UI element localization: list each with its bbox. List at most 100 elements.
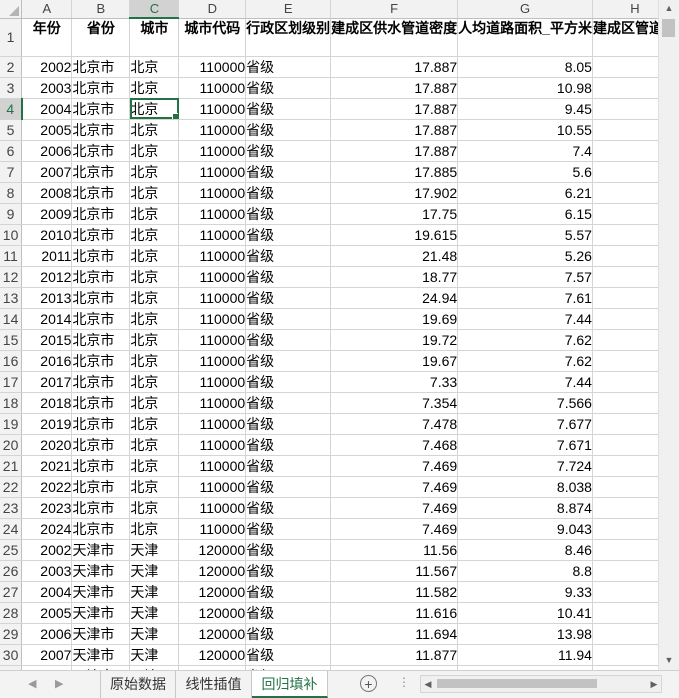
row-header[interactable]: 26 [0,560,23,582]
cell-b[interactable]: 北京市 [71,434,131,456]
cell-e[interactable]: 省级 [245,518,332,540]
cell-d[interactable]: 110000 [178,329,247,351]
cell-a[interactable]: 2013 [21,287,73,309]
cell-a[interactable]: 2005 [21,119,73,141]
cell-f[interactable]: 17.887 [330,56,459,78]
tab-regression-imputation[interactable]: 回归填补 [252,671,328,698]
row-header[interactable]: 3 [0,77,23,99]
cell-g[interactable]: 7.61 [457,287,593,309]
cell-c[interactable]: 北京 [129,161,180,183]
cell-e[interactable]: 省级 [245,581,332,603]
horizontal-scrollbar[interactable]: ◀ ▶ [420,675,662,693]
cell-b[interactable]: 北京市 [71,182,131,204]
cell-g[interactable]: 7.566 [457,392,593,414]
tab-raw-data[interactable]: 原始数据 [100,671,176,698]
scroll-up-button[interactable]: ▲ [659,0,679,17]
cell-e[interactable]: 省级 [245,350,332,372]
cell-f[interactable]: 17.887 [330,77,459,99]
row-header[interactable]: 29 [0,623,23,645]
cell-d[interactable]: 110000 [178,203,247,225]
row-header[interactable]: 27 [0,581,23,603]
column-header-c[interactable]: C [129,0,180,19]
row-header[interactable]: 10 [0,224,23,246]
cell-d[interactable]: 110000 [178,371,247,393]
scroll-left-button[interactable]: ◀ [421,676,435,692]
row-header[interactable]: 2 [0,56,23,78]
cell-g[interactable]: 8.8 [457,560,593,582]
cell-d[interactable]: 120000 [178,602,247,624]
cell-g[interactable]: 7.724 [457,455,593,477]
cell-c[interactable]: 天津 [129,539,180,561]
cell-e[interactable]: 省级 [245,161,332,183]
cell-e[interactable]: 省级 [245,119,332,141]
cell-f[interactable]: 17.887 [330,98,459,120]
cell-g[interactable]: 10.41 [457,602,593,624]
cell-c[interactable]: 北京 [129,203,180,225]
cell-f[interactable]: 17.887 [330,140,459,162]
row-header[interactable]: 1 [0,18,23,57]
row-header[interactable]: 14 [0,308,23,330]
cell-a[interactable]: 2024 [21,518,73,540]
row-header[interactable]: 23 [0,497,23,519]
cell-e[interactable]: 省级 [245,56,332,78]
cell-a[interactable]: 2004 [21,581,73,603]
row-header[interactable]: 15 [0,329,23,351]
cell-e[interactable]: 省级 [245,623,332,645]
cell-c[interactable]: 天津 [129,644,180,666]
cell-f[interactable]: 19.67 [330,350,459,372]
row-header[interactable]: 24 [0,518,23,540]
cell-b[interactable]: 北京市 [71,476,131,498]
row-header[interactable]: 28 [0,602,23,624]
row-header[interactable]: 17 [0,371,23,393]
cell-e[interactable]: 省级 [245,455,332,477]
row-header[interactable]: 22 [0,476,23,498]
active-cell[interactable]: 北京 [129,98,180,120]
cell-e[interactable]: 省级 [245,224,332,246]
cell-g[interactable]: 8.038 [457,476,593,498]
cell-b[interactable]: 北京市 [71,413,131,435]
cell-a[interactable]: 2006 [21,623,73,645]
cell-b[interactable]: 北京市 [71,455,131,477]
cell-a[interactable]: 2012 [21,266,73,288]
cell-f[interactable]: 11.56 [330,539,459,561]
cell-a[interactable]: 2005 [21,602,73,624]
add-sheet-icon[interactable]: + [360,675,377,692]
cell-c[interactable]: 北京 [129,434,180,456]
cell-f[interactable]: 11.567 [330,560,459,582]
cell-g[interactable]: 7.671 [457,434,593,456]
row-header[interactable]: 4 [0,98,23,120]
cell-e[interactable]: 省级 [245,245,332,267]
header-cell[interactable]: 年份 [21,18,73,57]
cell-d[interactable]: 120000 [178,560,247,582]
cell-b[interactable]: 北京市 [71,350,131,372]
cell-e[interactable]: 省级 [245,371,332,393]
cell-e[interactable]: 省级 [245,77,332,99]
row-header[interactable]: 16 [0,350,23,372]
row-header[interactable]: 8 [0,182,23,204]
cell-f[interactable]: 21.48 [330,245,459,267]
cell-f[interactable]: 11.694 [330,623,459,645]
cell-f[interactable]: 11.616 [330,602,459,624]
cell-a[interactable]: 2011 [21,245,73,267]
cell-a[interactable]: 2021 [21,455,73,477]
cell-d[interactable]: 110000 [178,455,247,477]
cell-a[interactable]: 2016 [21,350,73,372]
cell-g[interactable]: 13.98 [457,623,593,645]
cell-a[interactable]: 2008 [21,182,73,204]
cell-f[interactable]: 11.582 [330,581,459,603]
row-header[interactable]: 25 [0,539,23,561]
cell-g[interactable]: 7.57 [457,266,593,288]
cell-a[interactable]: 2002 [21,56,73,78]
cell-g[interactable]: 5.57 [457,224,593,246]
cell-b[interactable]: 北京市 [71,56,131,78]
cell-e[interactable]: 省级 [245,602,332,624]
header-cell[interactable]: 省份 [71,18,131,57]
cell-g[interactable]: 11.94 [457,644,593,666]
row-header[interactable]: 11 [0,245,23,267]
cell-a[interactable]: 2002 [21,539,73,561]
cell-g[interactable]: 7.677 [457,413,593,435]
cell-f[interactable]: 19.615 [330,224,459,246]
cell-a[interactable]: 2004 [21,98,73,120]
cell-d[interactable]: 110000 [178,98,247,120]
header-cell[interactable]: 城市代码 [178,18,247,57]
